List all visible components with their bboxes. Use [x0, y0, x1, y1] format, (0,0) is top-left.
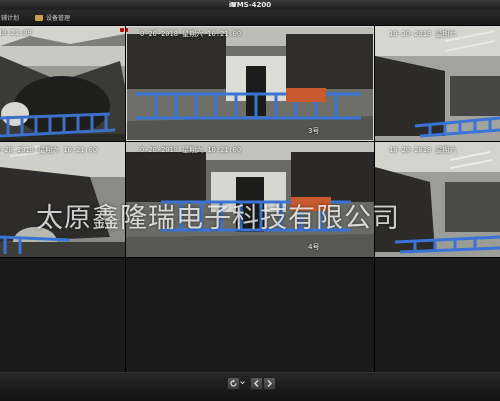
camera-feed-2: [126, 26, 374, 141]
cycle-dropdown[interactable]: [239, 377, 245, 388]
next-page-button[interactable]: [263, 377, 276, 390]
camera-timestamp: 0-20-2018 星期六 10:21:00: [140, 146, 242, 154]
menu-item-device-management[interactable]: 设备管理: [35, 10, 70, 25]
chevron-down-icon: [239, 381, 245, 385]
window-title: iVMS-4200: [228, 1, 272, 9]
recording-indicator-icon: [120, 28, 124, 32]
video-tile-empty-2[interactable]: [126, 258, 374, 372]
video-tile-empty-1[interactable]: [0, 258, 125, 372]
video-tile-3[interactable]: 10-20-2018 星期六: [375, 26, 500, 141]
camera-feed-3: [375, 26, 500, 141]
menu-item-label: 设备管理: [46, 15, 71, 22]
camera-timestamp: 10-20-2018 星期六: [389, 146, 457, 154]
menu-item-schedule[interactable]: 辅计划: [1, 10, 19, 25]
watermark-text: 太原鑫隆瑞电子科技有限公司: [36, 203, 400, 234]
camera-timestamp: 0-20-2018 星期六 10:21:00: [0, 146, 98, 154]
video-tile-1[interactable]: 10:21:00: [0, 26, 125, 141]
camera-label: 3号: [308, 127, 320, 135]
camera-label: 4号: [308, 243, 320, 251]
video-tile-empty-3[interactable]: [375, 258, 500, 372]
video-tile-2[interactable]: 0-20-2018 星期六 10:21:00 3号: [126, 26, 374, 141]
arrow-left-icon: [254, 380, 259, 387]
camera-timestamp: 10:21:00: [0, 29, 32, 37]
recording-indicator-icon: [126, 28, 128, 32]
previous-page-button[interactable]: [250, 377, 263, 390]
arrow-right-icon: [267, 380, 272, 387]
camera-feed-1: [0, 26, 125, 141]
menu-bar: 辅计划 设备管理: [0, 10, 500, 26]
camera-timestamp: 10-20-2018 星期六: [389, 30, 457, 38]
menu-item-label: 辅计划: [1, 15, 20, 22]
cycle-icon: [230, 379, 237, 387]
folder-icon: [35, 14, 43, 21]
camera-timestamp: 0-20-2018 星期六 10:21:00: [140, 30, 242, 38]
bottom-toolbar: [0, 372, 500, 401]
